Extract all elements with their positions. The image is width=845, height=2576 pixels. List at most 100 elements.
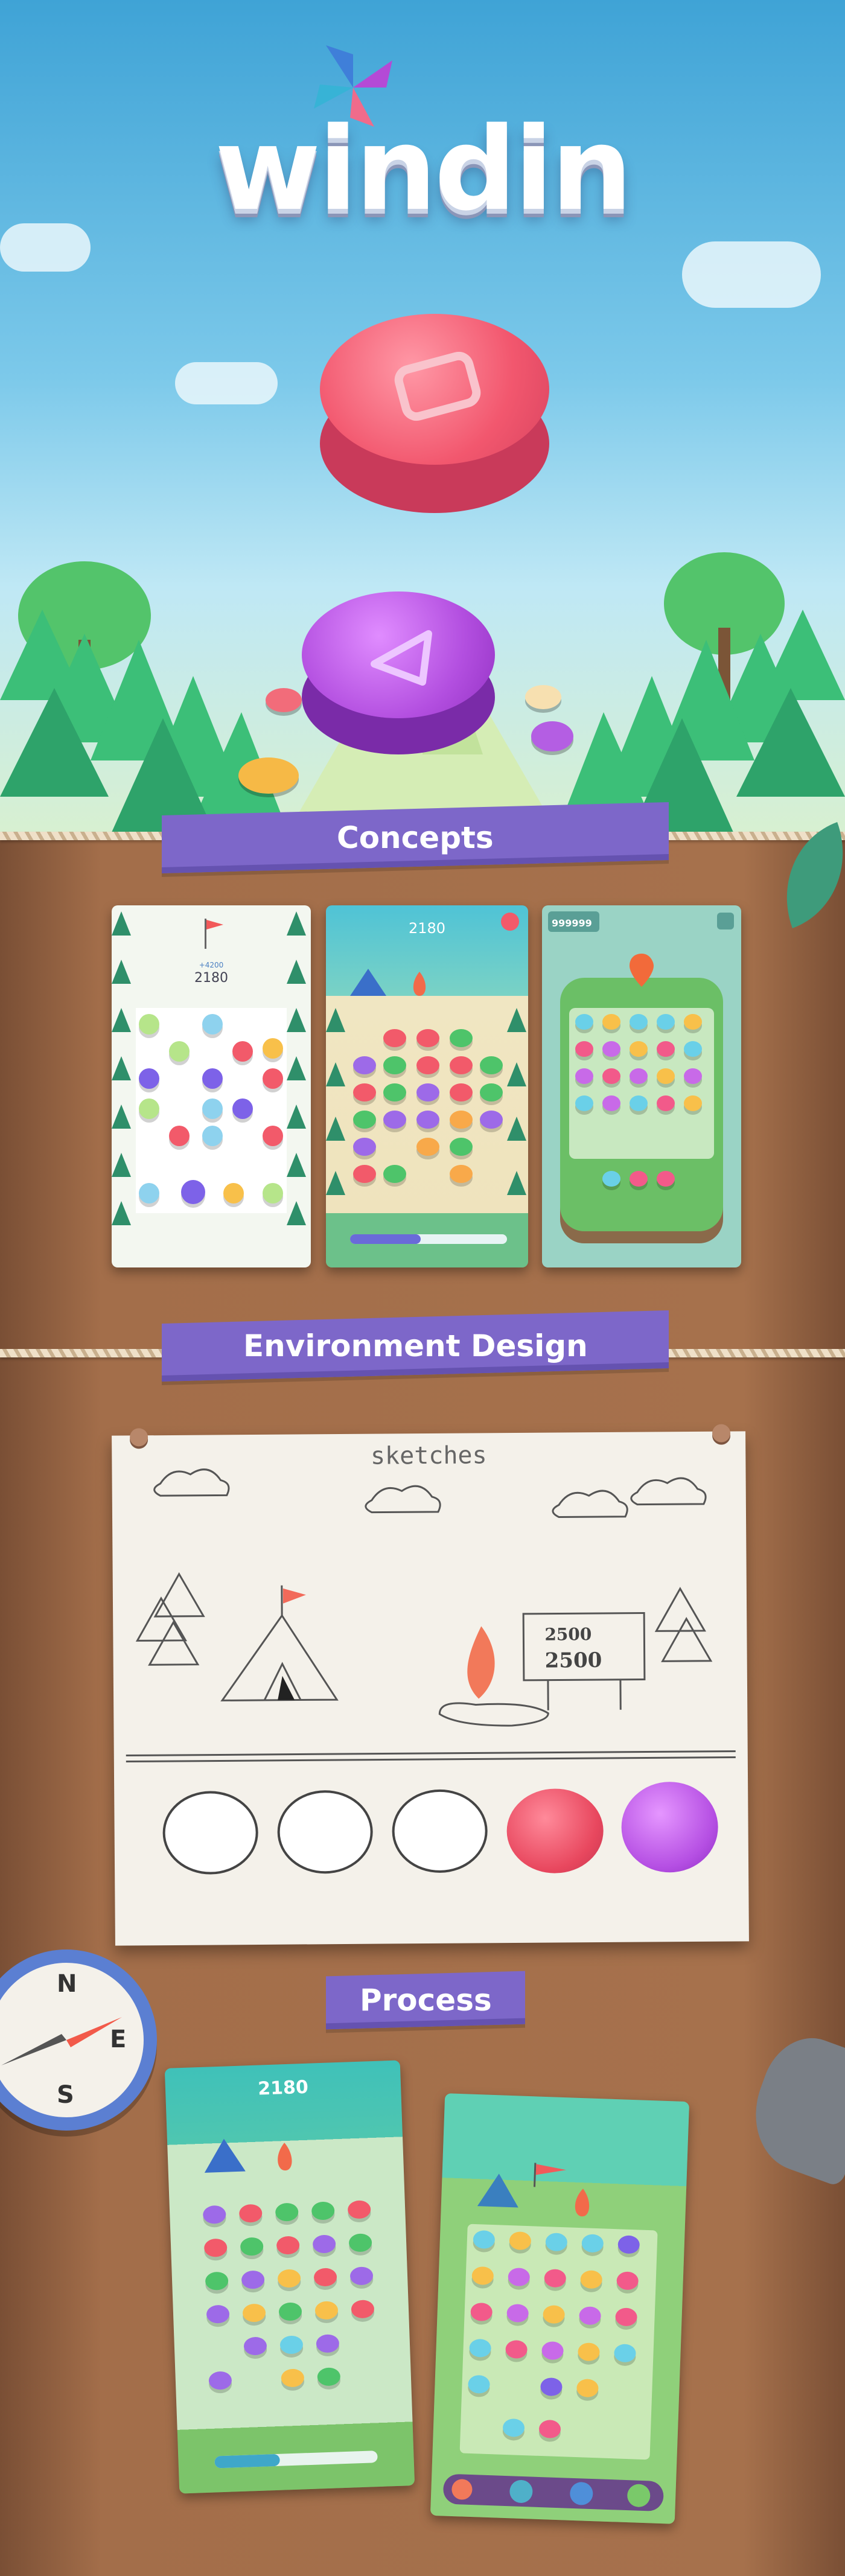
game-dot xyxy=(169,1126,190,1146)
game-dot xyxy=(202,1098,223,1119)
section-title: Process xyxy=(359,1983,492,2018)
game-dot xyxy=(602,1095,620,1111)
concept-screen-1: +4200 2180 xyxy=(112,905,311,1267)
board-grid xyxy=(459,2224,658,2460)
game-dot xyxy=(657,1095,675,1111)
flag-icon xyxy=(534,2163,567,2187)
booster-button[interactable] xyxy=(509,2479,534,2504)
game-dot xyxy=(383,1083,406,1101)
game-dot xyxy=(202,1068,223,1089)
tent xyxy=(350,969,386,996)
hero-banner: windin xyxy=(0,0,845,839)
progress-bar xyxy=(214,2450,378,2469)
compass-needle-icon xyxy=(1,2017,122,2065)
pause-button[interactable] xyxy=(501,913,519,931)
game-dot xyxy=(602,1068,620,1084)
game-dot xyxy=(202,1014,223,1035)
game-dot xyxy=(353,1056,376,1074)
game-dot xyxy=(575,1014,593,1030)
cloud xyxy=(175,362,278,404)
game-dot xyxy=(232,1098,253,1119)
game-dot xyxy=(416,1056,439,1074)
booster-button[interactable] xyxy=(569,2481,593,2506)
small-coin xyxy=(531,721,573,751)
game-dot xyxy=(450,1138,473,1156)
game-dot xyxy=(480,1056,503,1074)
game-logo: windin xyxy=(214,103,633,236)
game-dot xyxy=(630,1014,648,1030)
process-screen-1: 2180 xyxy=(164,2060,415,2494)
small-coin xyxy=(238,757,299,794)
game-dot xyxy=(575,1095,593,1111)
game-dot xyxy=(575,1068,593,1084)
game-dot xyxy=(139,1098,159,1119)
tent xyxy=(477,2173,520,2208)
progress-bar xyxy=(350,1234,507,1244)
game-dot xyxy=(139,1068,159,1089)
game-dot xyxy=(232,1041,253,1062)
purple-piece-render xyxy=(621,1781,719,1873)
game-dot xyxy=(416,1111,439,1129)
sign-value: 2500 xyxy=(544,1624,592,1645)
game-dot xyxy=(480,1083,503,1101)
game-dot xyxy=(450,1083,473,1101)
campfire-icon xyxy=(575,2189,590,2217)
game-dot xyxy=(263,1126,283,1146)
game-dot xyxy=(263,1038,283,1059)
game-dot xyxy=(383,1029,406,1047)
section-title: Concepts xyxy=(337,820,494,855)
game-dot xyxy=(630,1095,648,1111)
game-dot xyxy=(383,1165,406,1183)
game-dot xyxy=(353,1138,376,1156)
game-dot xyxy=(602,1041,620,1057)
pinwheel-icon[interactable] xyxy=(451,2478,473,2501)
game-dot xyxy=(139,1183,159,1204)
small-coin xyxy=(525,685,561,709)
game-dot xyxy=(169,1041,190,1062)
game-dot xyxy=(383,1056,406,1074)
game-dot xyxy=(450,1056,473,1074)
game-dot xyxy=(450,1165,473,1183)
game-dot xyxy=(630,1041,648,1057)
game-dot xyxy=(630,1171,648,1187)
section-title: Environment Design xyxy=(243,1328,588,1364)
campfire-icon xyxy=(413,972,426,996)
game-dot xyxy=(480,1111,503,1129)
sketch-piece xyxy=(392,1789,488,1873)
score-label: 2180 xyxy=(408,920,446,937)
triangle-symbol-icon xyxy=(371,630,432,686)
bottom-toolbar xyxy=(442,2473,665,2512)
concept-screen-3: 999999 xyxy=(542,905,741,1267)
game-dot xyxy=(139,1014,159,1035)
sketch-piece xyxy=(162,1790,259,1875)
game-dot xyxy=(657,1171,675,1187)
game-dot xyxy=(450,1111,473,1129)
small-coin xyxy=(266,688,302,712)
campfire-icon xyxy=(278,2143,292,2171)
cloud xyxy=(682,241,821,308)
score-label: 2180 xyxy=(194,971,228,986)
booster-button[interactable] xyxy=(627,2484,651,2508)
red-piece-render xyxy=(506,1788,604,1874)
section-ribbon-process: Process xyxy=(326,1971,525,2030)
game-dot xyxy=(202,1126,223,1146)
flag-icon xyxy=(205,919,223,949)
sketch-piece xyxy=(277,1790,374,1874)
game-dot xyxy=(353,1165,376,1183)
sketch-paper: sketches 2500 2500 xyxy=(112,1424,749,1946)
game-dot xyxy=(684,1041,702,1057)
game-dot xyxy=(684,1014,702,1030)
game-dot xyxy=(416,1138,439,1156)
sign-value: 2500 xyxy=(544,1648,602,1673)
game-dot xyxy=(263,1068,283,1089)
game-dot xyxy=(181,1180,205,1204)
pause-button[interactable] xyxy=(717,913,734,929)
game-dot xyxy=(602,1014,620,1030)
game-dot xyxy=(602,1171,620,1187)
game-dot xyxy=(416,1083,439,1101)
game-dot xyxy=(684,1068,702,1084)
game-dot xyxy=(416,1029,439,1047)
game-dot xyxy=(263,1183,283,1204)
rectangle-symbol-icon xyxy=(394,351,481,421)
game-dot xyxy=(383,1111,406,1129)
